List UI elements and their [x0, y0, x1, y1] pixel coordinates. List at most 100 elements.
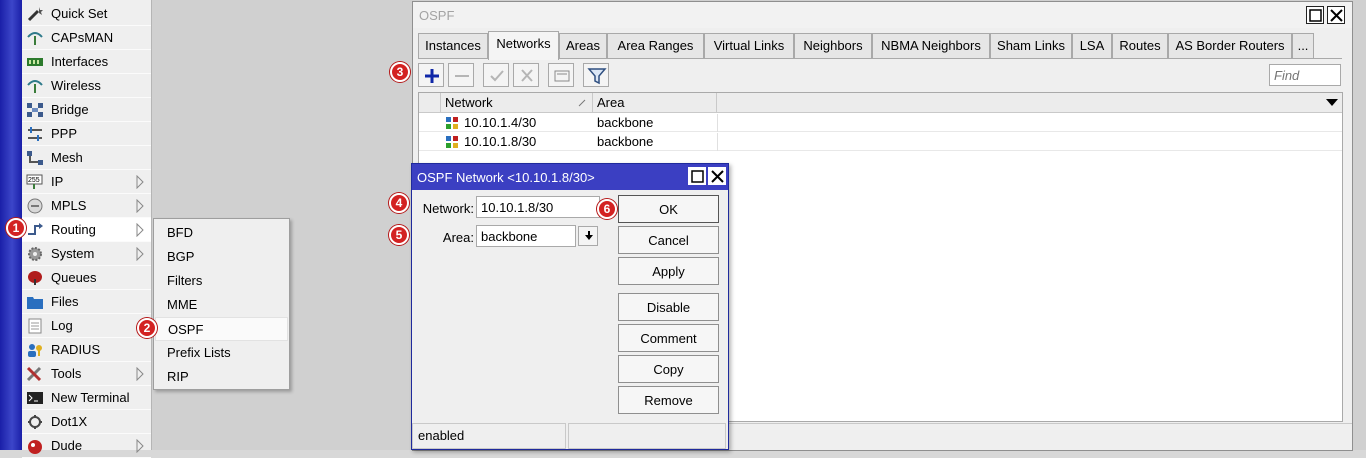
dialog-close-button[interactable]: [708, 167, 726, 185]
submenu-item-mme[interactable]: MME: [155, 293, 288, 317]
dialog-maximize-button[interactable]: [688, 167, 706, 185]
menu-item-quick-set[interactable]: Quick Set: [22, 2, 151, 26]
menu-item-dot1x[interactable]: Dot1X: [22, 410, 151, 434]
tab-areas[interactable]: Areas: [559, 33, 607, 59]
tools-icon: [26, 366, 42, 382]
cancel-button[interactable]: Cancel: [618, 226, 719, 254]
remove-button[interactable]: Remove: [618, 386, 719, 414]
cell-network: 10.10.1.8/30: [464, 134, 537, 149]
menu-item-mesh[interactable]: Mesh: [22, 146, 151, 170]
submenu-item-filters[interactable]: Filters: [155, 269, 288, 293]
dialog-titlebar[interactable]: OSPF Network <10.10.1.8/30>: [412, 164, 728, 190]
menu-item-ppp[interactable]: PPP: [22, 122, 151, 146]
submenu-arrow-icon: [136, 199, 144, 213]
area-select[interactable]: [476, 225, 576, 247]
menu-item-label: Routing: [51, 222, 96, 237]
area-dropdown-button[interactable]: [578, 226, 598, 246]
menu-item-label: Mesh: [51, 150, 83, 165]
add-button[interactable]: [418, 63, 444, 87]
menu-item-interfaces[interactable]: Interfaces: [22, 50, 151, 74]
cell-area: backbone: [597, 134, 654, 149]
ospf-network-dialog: OSPF Network <10.10.1.8/30> Network: Are…: [411, 163, 729, 450]
menu-item-ip[interactable]: 255 IP: [22, 170, 151, 194]
tab-routes[interactable]: Routes: [1112, 33, 1168, 59]
menu-item-capsman[interactable]: CAPsMAN: [22, 26, 151, 50]
tab-more[interactable]: ...: [1292, 33, 1314, 59]
menu-item-dude[interactable]: Dude: [22, 434, 151, 458]
menu-item-label: Files: [51, 294, 79, 309]
menu-item-label: Dude: [51, 438, 83, 453]
ospf-window-titlebar[interactable]: OSPF: [413, 2, 1352, 28]
disable-button[interactable]: Disable: [618, 293, 719, 321]
menu-item-log[interactable]: Log: [22, 314, 151, 338]
mpls-icon: [27, 198, 43, 214]
menu-item-routing[interactable]: Routing: [22, 218, 151, 242]
submenu-item-prefix-lists[interactable]: Prefix Lists: [155, 341, 288, 365]
maximize-button[interactable]: [1306, 6, 1324, 24]
filter-button[interactable]: [583, 63, 609, 87]
menu-item-files[interactable]: Files: [22, 290, 151, 314]
tab-virtual-links[interactable]: Virtual Links: [704, 33, 794, 59]
menu-item-wireless[interactable]: Wireless: [22, 74, 151, 98]
tab-nbma-neighbors[interactable]: NBMA Neighbors: [872, 33, 990, 59]
step-badge-1: 1: [6, 218, 26, 238]
status-text: enabled: [412, 423, 566, 449]
check-icon: [490, 70, 504, 82]
dot1x-icon: [28, 415, 42, 429]
menu-item-mpls[interactable]: MPLS: [22, 194, 151, 218]
disable-button[interactable]: [513, 63, 539, 87]
network-label: Network:: [422, 201, 474, 216]
ip-icon: 255: [26, 174, 43, 189]
tab-networks[interactable]: Networks: [488, 31, 559, 60]
area-label: Area:: [442, 230, 474, 245]
submenu-item-ospf[interactable]: OSPF: [155, 317, 288, 341]
table-header-area[interactable]: Area: [593, 93, 717, 113]
column-menu-icon[interactable]: [1326, 99, 1338, 107]
tab-instances[interactable]: Instances: [418, 33, 488, 59]
menu-item-label: New Terminal: [51, 390, 130, 405]
tab-area-ranges[interactable]: Area Ranges: [607, 33, 704, 59]
table-row[interactable]: 10.10.1.4/30 backbone: [419, 114, 1342, 132]
tab-lsa[interactable]: LSA: [1072, 33, 1112, 59]
step-badge-4: 4: [389, 193, 409, 213]
tab-sham-links[interactable]: Sham Links: [990, 33, 1072, 59]
cell-area: backbone: [597, 115, 654, 130]
apply-button[interactable]: Apply: [618, 257, 719, 285]
step-badge-3: 3: [390, 62, 410, 82]
table-header-network[interactable]: Network: [441, 93, 593, 113]
svg-text:255: 255: [28, 177, 40, 184]
queues-icon: [28, 271, 42, 285]
folder-icon: [27, 297, 43, 309]
ok-button[interactable]: OK: [618, 195, 719, 223]
table-row[interactable]: 10.10.1.8/30 backbone: [419, 133, 1342, 151]
submenu-item-rip[interactable]: RIP: [155, 365, 288, 389]
tab-as-border-routers[interactable]: AS Border Routers: [1168, 33, 1292, 59]
enable-button[interactable]: [483, 63, 509, 87]
submenu-item-bfd[interactable]: BFD: [155, 221, 288, 245]
comment-button[interactable]: Comment: [618, 324, 719, 352]
menu-item-radius[interactable]: RADIUS: [22, 338, 151, 362]
submenu-item-bgp[interactable]: BGP: [155, 245, 288, 269]
menu-item-label: PPP: [51, 126, 78, 141]
close-icon: [711, 170, 724, 183]
radius-icon: [28, 344, 42, 357]
copy-button[interactable]: Copy: [618, 355, 719, 383]
menu-item-label: System: [51, 246, 95, 261]
tab-neighbors[interactable]: Neighbors: [794, 33, 872, 59]
remove-button[interactable]: [448, 63, 474, 87]
mesh-icon: [27, 151, 43, 165]
menu-item-tools[interactable]: Tools: [22, 362, 151, 386]
filter-icon: [587, 68, 607, 85]
status-cell-empty: [568, 423, 726, 449]
dialog-title: OSPF Network <10.10.1.8/30>: [417, 170, 595, 185]
menu-item-system[interactable]: System: [22, 242, 151, 266]
menu-item-queues[interactable]: Queues: [22, 266, 151, 290]
find-input[interactable]: [1269, 64, 1341, 86]
network-field[interactable]: [476, 196, 600, 218]
menu-item-label: IP: [51, 174, 64, 189]
menu-item-new-terminal[interactable]: New Terminal: [22, 386, 151, 410]
comment-button[interactable]: [548, 63, 574, 87]
close-button[interactable]: [1327, 6, 1345, 24]
menu-item-bridge[interactable]: Bridge: [22, 98, 151, 122]
wand-icon: [27, 7, 43, 22]
